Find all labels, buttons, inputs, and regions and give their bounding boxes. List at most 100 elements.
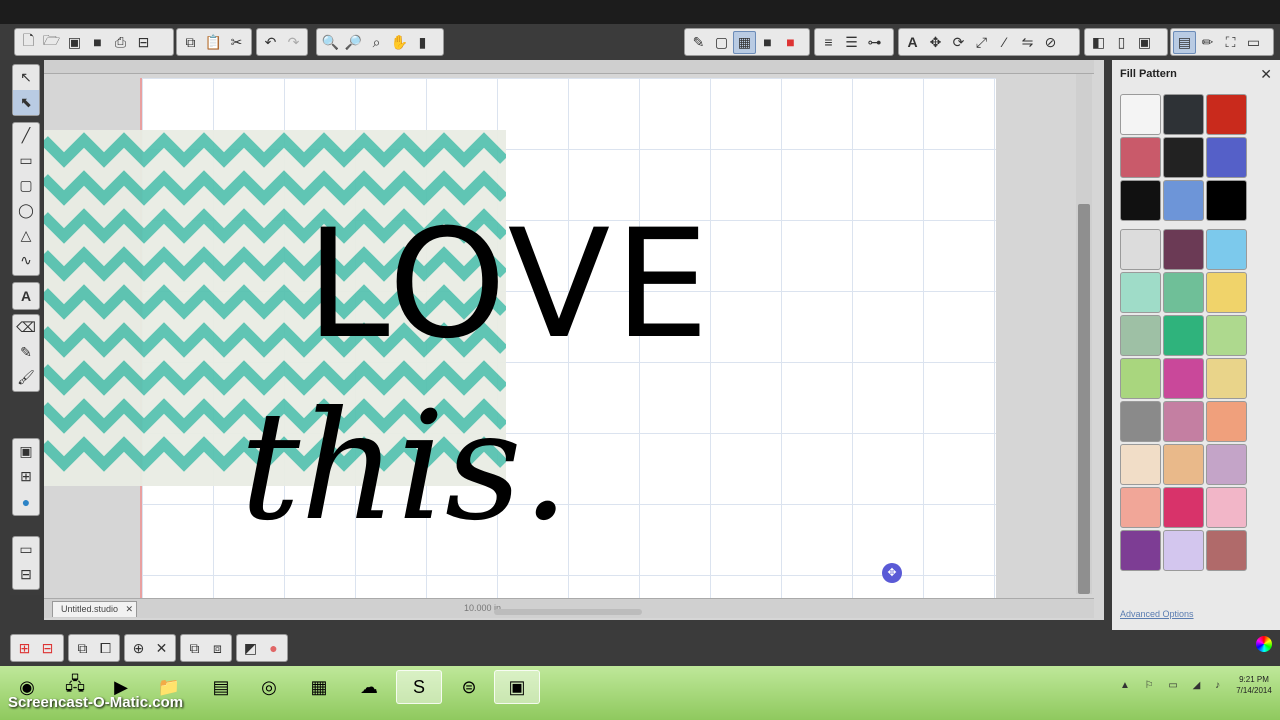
line-style-icon[interactable]: ☰ <box>840 31 863 54</box>
fill-icon[interactable]: ■ <box>756 31 779 54</box>
sketch-icon[interactable]: ✏ <box>1196 31 1219 54</box>
clock[interactable]: 9:21 PM 7/14/2014 <box>1232 674 1276 696</box>
pattern-swatch-emerald[interactable] <box>1163 315 1204 356</box>
pattern-swatch-blue-diamond[interactable] <box>1163 180 1204 221</box>
line-color-icon[interactable]: ≡ <box>817 31 840 54</box>
zoom-select-icon[interactable]: ⌕ <box>365 31 388 54</box>
pattern-swatch-rust-stripe[interactable] <box>1206 530 1247 571</box>
brush-tool-icon[interactable]: 🖌 <box>13 365 39 390</box>
pattern-swatch-pink-letters[interactable] <box>1120 137 1161 178</box>
pattern-swatch-plum-dots[interactable] <box>1163 229 1204 270</box>
split-view-icon[interactable]: ⊟ <box>13 562 39 587</box>
open-folder-icon[interactable]: 🗁 <box>40 31 63 54</box>
vertical-scrollbar[interactable] <box>1076 74 1092 594</box>
zoom-out-icon[interactable]: 🔎 <box>342 31 365 54</box>
delete-icon[interactable]: ✕ <box>150 637 173 660</box>
line-type-icon[interactable]: ⊶ <box>863 31 886 54</box>
pattern-swatch-yellow[interactable] <box>1206 272 1247 313</box>
library-icon[interactable]: ▭ <box>1242 31 1265 54</box>
page-setup-icon[interactable]: ▯ <box>1110 31 1133 54</box>
pattern-swatch-peach[interactable] <box>1206 401 1247 442</box>
love-text-artwork[interactable]: LOVE <box>306 210 713 360</box>
knife-tool-icon[interactable]: ✎ <box>13 340 39 365</box>
curve-tool-icon[interactable]: ∿ <box>13 248 39 273</box>
pattern-swatch-lilac[interactable] <box>1206 444 1247 485</box>
eraser-icon[interactable]: ⌫ <box>13 315 39 340</box>
pattern-swatch-light-gray[interactable] <box>1120 229 1161 270</box>
this-text-artwork[interactable]: this. <box>240 382 570 552</box>
pattern-swatch-stripes[interactable] <box>1206 180 1247 221</box>
pattern-swatch-raspberry[interactable] <box>1163 487 1204 528</box>
files-app-icon[interactable]: ▦ <box>296 670 342 704</box>
pattern-swatch-dark[interactable] <box>1163 94 1204 135</box>
edit-points-icon[interactable]: ⬉ <box>13 90 39 115</box>
duplicate-right-icon[interactable]: ⧈ <box>206 637 229 660</box>
send-panel-icon[interactable]: ▭ <box>13 537 39 562</box>
pattern-swatch-green-stripe[interactable] <box>1163 272 1204 313</box>
send-icon[interactable]: ▣ <box>1133 31 1156 54</box>
redo-icon[interactable]: ↷ <box>282 31 305 54</box>
view-mode-icon[interactable]: ▢ <box>710 31 733 54</box>
save-as-icon[interactable]: ▣ <box>63 31 86 54</box>
silhouette-app-icon[interactable]: S <box>396 670 442 704</box>
zoom-in-icon[interactable]: 🔍 <box>319 31 342 54</box>
grid-icon[interactable]: ▦ <box>733 30 756 54</box>
draw-mode-icon[interactable]: ✎ <box>687 31 710 54</box>
rounded-rect-tool-icon[interactable]: ▢ <box>13 173 39 198</box>
ellipse-tool-icon[interactable]: ◯ <box>13 198 39 223</box>
replicate-icon[interactable]: ⊘ <box>1039 31 1062 54</box>
offset-icon[interactable]: ◩ <box>239 637 262 660</box>
copy-icon[interactable]: ⧉ <box>179 31 202 54</box>
fit-page-icon[interactable]: ▮ <box>411 31 434 54</box>
duplicate-icon[interactable]: ⧉ <box>183 637 206 660</box>
rectangle-tool-icon[interactable]: ▭ <box>13 148 39 173</box>
rotate-handle-icon[interactable]: ✥ <box>882 563 902 583</box>
color-wheel-icon[interactable] <box>1256 636 1272 652</box>
horizontal-scrollbar[interactable] <box>494 609 642 615</box>
stop-icon[interactable]: ● <box>262 637 285 660</box>
pattern-swatch-gray[interactable] <box>1120 401 1161 442</box>
release-compound-icon[interactable]: ⧠ <box>94 637 117 660</box>
canvas-area[interactable]: LOVE this. ✥ Untitled.studio ✕ 10.000 in <box>44 60 1104 620</box>
layers-icon[interactable]: ◧ <box>1087 31 1110 54</box>
text-tool-icon[interactable]: A <box>13 283 39 308</box>
new-document-icon[interactable]: 🗋 <box>17 31 40 54</box>
pattern-swatch-black-argyle[interactable] <box>1120 180 1161 221</box>
print-cut-icon[interactable]: ⊟ <box>132 31 155 54</box>
pattern-swatch-mint-dots[interactable] <box>1120 272 1161 313</box>
trace-icon[interactable]: ⛶ <box>1219 31 1242 54</box>
weld-icon[interactable]: ⊕ <box>127 637 150 660</box>
chrome-app-icon[interactable]: ◎ <box>246 670 292 704</box>
chat-app-icon[interactable]: ☁ <box>346 670 392 704</box>
print-icon[interactable]: ⎙ <box>109 31 132 54</box>
pattern-swatch-red-texture[interactable] <box>1206 94 1247 135</box>
pattern-swatch-blue-pattern[interactable] <box>1206 137 1247 178</box>
knife-icon[interactable]: ⁄ <box>993 31 1016 54</box>
close-tab-icon[interactable]: ✕ <box>126 602 134 616</box>
advanced-options-link[interactable]: Advanced Options <box>1120 609 1194 619</box>
cut-icon[interactable]: ✂ <box>225 31 248 54</box>
mirror-icon[interactable]: ⇋ <box>1016 31 1039 54</box>
pattern-swatch-white-mesh[interactable] <box>1120 94 1161 135</box>
fill-pattern-icon[interactable]: ▤ <box>1173 30 1196 54</box>
document-app-icon[interactable]: ▤ <box>198 670 244 704</box>
pattern-swatch-cream-stripe[interactable] <box>1120 444 1161 485</box>
pattern-swatch-lavender[interactable] <box>1163 530 1204 571</box>
close-panel-icon[interactable]: ✕ <box>1260 66 1272 83</box>
online-icon[interactable]: ● <box>13 489 39 514</box>
document-tab[interactable]: Untitled.studio ✕ <box>52 601 138 617</box>
ungroup-icon[interactable]: ⊟ <box>36 637 59 660</box>
paste-icon[interactable]: 📋 <box>202 31 225 54</box>
pattern-swatch-sage-pattern[interactable] <box>1120 315 1161 356</box>
store-icon[interactable]: ⊞ <box>13 464 39 489</box>
color-icon[interactable]: ■ <box>779 31 802 54</box>
line-tool-icon[interactable]: ╱ <box>13 123 39 148</box>
system-tray-icons[interactable]: ▲ ⚐ ▭ ◢ ♪ <box>1120 680 1226 691</box>
save-icon[interactable]: ■ <box>86 31 109 54</box>
pattern-swatch-argyle-pink[interactable] <box>1163 358 1204 399</box>
pattern-swatch-light-green[interactable] <box>1206 315 1247 356</box>
text-style-icon[interactable]: A <box>901 31 924 54</box>
pattern-swatch-yellow-diamond[interactable] <box>1206 358 1247 399</box>
select-arrow-icon[interactable]: ↖ <box>13 65 39 90</box>
scale-icon[interactable]: ⤢ <box>970 31 993 54</box>
